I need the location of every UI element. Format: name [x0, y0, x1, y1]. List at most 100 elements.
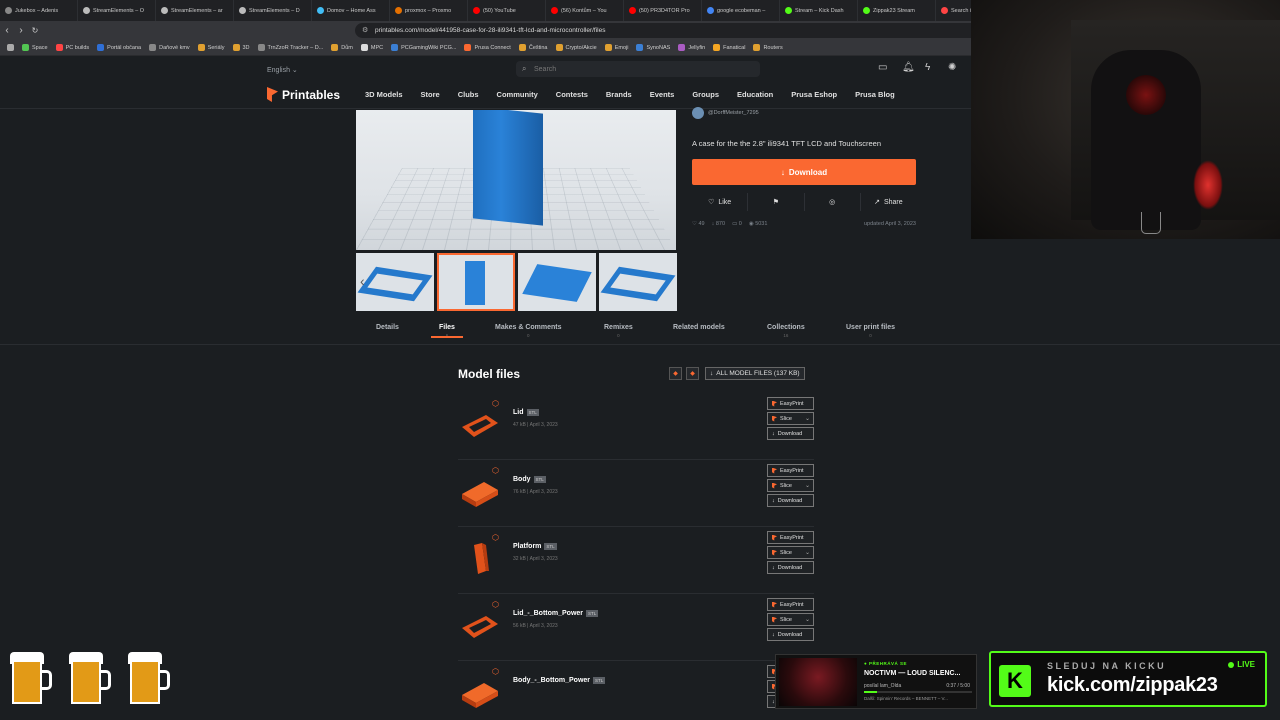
easyprint-button[interactable]: EasyPrint	[767, 531, 814, 544]
chat-icon[interactable]: ▭	[878, 62, 890, 74]
file-preview-thumbnail[interactable]	[460, 407, 500, 441]
file-download-button[interactable]: ↓Download	[767, 427, 814, 440]
easyprint-all-button[interactable]: ◆	[686, 367, 699, 380]
bookmark-item[interactable]: Dům	[328, 44, 356, 51]
browser-tab[interactable]: (56) Kontům – You	[546, 0, 624, 21]
prusa-points-icon[interactable]: ϟ	[925, 62, 937, 74]
bookmark-item[interactable]: Fanatical	[710, 44, 748, 51]
reload-icon[interactable]: ↻	[28, 21, 42, 40]
browser-tab[interactable]: (50) PR3D4TOR Pro	[624, 0, 702, 21]
nav-item[interactable]: Brands	[606, 90, 632, 99]
browser-tab[interactable]: Jukebox – Adenis	[0, 0, 78, 21]
browser-tab[interactable]: Stream – Kick Dash	[780, 0, 858, 21]
tab-files[interactable]: Files 6	[431, 320, 463, 338]
thumbnail-lid-power[interactable]	[599, 253, 677, 311]
bookmark-item[interactable]: MPC	[358, 44, 386, 51]
3d-view-icon[interactable]: ⬡	[492, 533, 499, 542]
thumbnail-body[interactable]	[518, 253, 596, 311]
nav-item[interactable]: Prusa Eshop	[791, 90, 837, 99]
site-info-icon[interactable]: ⚙	[362, 26, 368, 34]
browser-tab[interactable]: StreamElements – ar	[156, 0, 234, 21]
browser-tab[interactable]: google ecobeman –	[702, 0, 780, 21]
slice-button[interactable]: Slice ⌄	[767, 479, 814, 492]
browser-tab[interactable]: (50) YouTube	[468, 0, 546, 21]
thumbnail-lid[interactable]: ‹	[356, 253, 434, 311]
bookmark-item[interactable]: Routers	[750, 44, 785, 51]
file-preview-thumbnail[interactable]	[460, 541, 500, 575]
chevron-down-icon[interactable]: ⌄	[805, 616, 810, 623]
nav-item[interactable]: Education	[737, 90, 773, 99]
chevron-down-icon[interactable]: ⌄	[805, 415, 810, 422]
download-button[interactable]: ↓ Download	[692, 159, 916, 185]
tab-user-print-files[interactable]: User print files 0	[846, 320, 895, 338]
forward-icon[interactable]: ›	[14, 21, 28, 40]
download-all-files-button[interactable]: ↓ ALL MODEL FILES (137 KB)	[705, 367, 805, 380]
tab-remixes[interactable]: Remixes 0	[604, 320, 633, 338]
bookmark-item[interactable]: TrnZzoR Tracker – D...	[255, 44, 327, 51]
browser-tab[interactable]: StreamElements – D	[234, 0, 312, 21]
notification-bell-icon[interactable]: 🔔︎	[902, 62, 915, 74]
chevron-down-icon[interactable]: ⌄	[805, 482, 810, 489]
file-preview-thumbnail[interactable]	[460, 608, 500, 642]
bookmark-item[interactable]: Space	[19, 44, 51, 51]
share-button[interactable]: ↗ Share	[861, 193, 916, 211]
apps-icon[interactable]	[4, 44, 17, 51]
bookmark-item[interactable]: Portál občana	[94, 44, 144, 51]
nav-item[interactable]: Clubs	[458, 90, 479, 99]
like-button[interactable]: ♡ Like	[692, 193, 749, 211]
nav-item[interactable]: Community	[497, 90, 538, 99]
easyprint-button[interactable]: EasyPrint	[767, 397, 814, 410]
nav-item[interactable]: 3D Models	[365, 90, 403, 99]
bookmark-item[interactable]: Jellyfin	[675, 44, 708, 51]
3d-view-icon[interactable]: ⬡	[492, 600, 499, 609]
add-to-collection-button[interactable]: ◎	[805, 193, 861, 211]
file-download-button[interactable]: ↓Download	[767, 561, 814, 574]
file-preview-thumbnail[interactable]	[460, 675, 500, 709]
bookmark-item[interactable]: Seriály	[195, 44, 228, 51]
file-download-button[interactable]: ↓Download	[767, 494, 814, 507]
3d-view-icon[interactable]: ⬡	[492, 466, 499, 475]
3d-view-icon[interactable]: ⬡	[492, 667, 499, 676]
nav-item[interactable]: Prusa Blog	[855, 90, 895, 99]
search-input[interactable]: ⌕ Search	[516, 61, 760, 77]
tab-makes-comments[interactable]: Makes & Comments 0	[495, 320, 562, 338]
browser-tab[interactable]: StreamElements – O	[78, 0, 156, 21]
slice-button[interactable]: Slice ⌄	[767, 412, 814, 425]
tab-details[interactable]: Details	[376, 320, 399, 333]
tab-collections[interactable]: Collections 16	[767, 320, 805, 338]
nav-item[interactable]: Groups	[692, 90, 719, 99]
bookmark-item[interactable]: SynoNAS	[633, 44, 673, 51]
language-selector[interactable]: English ⌄	[267, 66, 298, 74]
slice-all-button[interactable]: ◆	[669, 367, 682, 380]
browser-tab[interactable]: proxmox – Proxmo	[390, 0, 468, 21]
bookmark-button[interactable]: ⚑	[748, 193, 805, 211]
easyprint-button[interactable]: EasyPrint	[767, 464, 814, 477]
3d-view-icon[interactable]: ⬡	[492, 399, 499, 408]
chevron-down-icon[interactable]: ⌄	[805, 549, 810, 556]
bookmark-item[interactable]: Čeština	[516, 44, 551, 51]
address-bar[interactable]: ⚙ printables.com/model/441958-case-for-2…	[355, 23, 985, 38]
nav-item[interactable]: Events	[650, 90, 675, 99]
bookmark-item[interactable]: Emoji	[602, 44, 632, 51]
bookmark-item[interactable]: Prusa Connect	[461, 44, 513, 51]
browser-tab[interactable]: Zippak23 Stream	[858, 0, 936, 21]
easyprint-button[interactable]: EasyPrint	[767, 598, 814, 611]
model-preview-image[interactable]	[356, 110, 676, 250]
bookmark-item[interactable]: Crypto/Akcie	[553, 44, 600, 51]
thumbnail-platform[interactable]	[437, 253, 515, 311]
file-download-button[interactable]: ↓Download	[767, 628, 814, 641]
tab-related-models[interactable]: Related models	[673, 320, 725, 333]
bookmark-item[interactable]: PCGamingWiki PCG...	[388, 44, 459, 51]
slice-button[interactable]: Slice ⌄	[767, 613, 814, 626]
bookmark-item[interactable]: Daňové kmv	[146, 44, 193, 51]
user-avatar[interactable]: ✺	[948, 62, 960, 74]
nav-item[interactable]: Store	[421, 90, 440, 99]
bookmark-item[interactable]: 3D	[230, 44, 253, 51]
bookmark-item[interactable]: PC builds	[53, 44, 93, 51]
browser-tab[interactable]: Domov – Home Ass	[312, 0, 390, 21]
printables-logo[interactable]: Printables	[267, 87, 340, 102]
back-icon[interactable]: ‹	[0, 21, 14, 40]
prev-arrow-icon[interactable]: ‹	[360, 273, 365, 289]
file-preview-thumbnail[interactable]	[460, 474, 500, 508]
nav-item[interactable]: Contests	[556, 90, 588, 99]
